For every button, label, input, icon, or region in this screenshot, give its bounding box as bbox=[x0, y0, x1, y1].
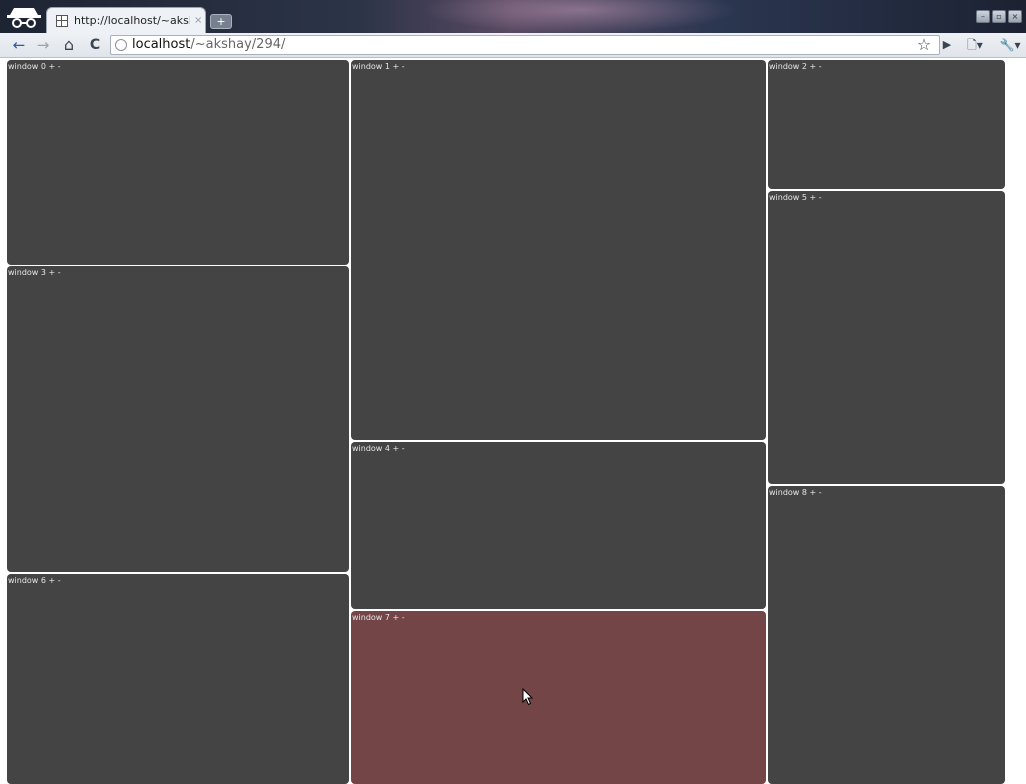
url-host: localhost bbox=[132, 37, 191, 52]
incognito-icon bbox=[7, 8, 41, 28]
shrink-button[interactable]: - bbox=[58, 62, 61, 71]
grow-button[interactable]: + bbox=[810, 193, 817, 202]
grow-button[interactable]: + bbox=[810, 62, 817, 71]
back-button[interactable]: ← bbox=[10, 36, 28, 54]
mouse-cursor-icon bbox=[522, 688, 534, 706]
window-title: window 5 + - bbox=[769, 193, 822, 202]
maximize-button[interactable]: ▫ bbox=[992, 10, 1006, 23]
tab-title: http://localhost/~aksha... bbox=[74, 14, 190, 27]
window-controls: – ▫ × bbox=[976, 10, 1022, 23]
home-button[interactable]: ⌂ bbox=[60, 36, 78, 54]
window-panel-0[interactable]: window 0 + - bbox=[7, 60, 349, 265]
shrink-button[interactable]: - bbox=[819, 488, 822, 497]
shrink-button[interactable]: - bbox=[58, 576, 61, 585]
shrink-button[interactable]: - bbox=[402, 444, 405, 453]
reload-button[interactable]: C bbox=[87, 36, 103, 54]
shrink-button[interactable]: - bbox=[819, 193, 822, 202]
url-path: /~akshay/294/ bbox=[190, 37, 286, 52]
grow-button[interactable]: + bbox=[393, 444, 400, 453]
grow-button[interactable]: + bbox=[49, 268, 56, 277]
window-title: window 7 + - bbox=[352, 613, 405, 622]
page-favicon-icon bbox=[56, 14, 68, 27]
window-title: window 0 + - bbox=[8, 62, 61, 71]
window-title: window 4 + - bbox=[352, 444, 405, 453]
grow-button[interactable]: + bbox=[393, 613, 400, 622]
new-tab-button[interactable]: + bbox=[210, 14, 232, 29]
window-panel-7[interactable]: window 7 + - bbox=[351, 611, 766, 784]
grow-button[interactable]: + bbox=[393, 62, 400, 71]
shrink-button[interactable]: - bbox=[402, 613, 405, 622]
window-panel-5[interactable]: window 5 + - bbox=[768, 191, 1005, 484]
window-title: window 6 + - bbox=[8, 576, 61, 585]
page-content: window 0 + - window 3 + - window 6 + - w… bbox=[0, 58, 1026, 784]
window-title: window 3 + - bbox=[8, 268, 61, 277]
shrink-button[interactable]: - bbox=[819, 62, 822, 71]
globe-icon bbox=[115, 39, 127, 51]
bookmark-star-icon[interactable]: ☆ bbox=[915, 36, 933, 54]
grow-button[interactable]: + bbox=[49, 576, 56, 585]
window-panel-8[interactable]: window 8 + - bbox=[768, 486, 1005, 784]
window-title: window 8 + - bbox=[769, 488, 822, 497]
forward-button[interactable]: → bbox=[34, 36, 52, 54]
window-title: window 2 + - bbox=[769, 62, 822, 71]
window-title: window 1 + - bbox=[352, 62, 405, 71]
url-text: localhost/~akshay/294/ bbox=[132, 37, 285, 53]
browser-tab[interactable]: http://localhost/~aksha... × bbox=[46, 7, 206, 33]
window-panel-6[interactable]: window 6 + - bbox=[7, 574, 349, 784]
tab-close-icon[interactable]: × bbox=[194, 15, 202, 26]
window-panel-1[interactable]: window 1 + - bbox=[351, 60, 766, 440]
wrench-menu-button[interactable]: 🔧▾ bbox=[996, 36, 1024, 54]
window-panel-4[interactable]: window 4 + - bbox=[351, 442, 766, 609]
shrink-button[interactable]: - bbox=[58, 268, 61, 277]
page-menu-button[interactable]: 🗋▾ bbox=[962, 36, 988, 54]
grow-button[interactable]: + bbox=[49, 62, 56, 71]
minimize-button[interactable]: – bbox=[976, 10, 990, 23]
browser-toolbar: ← → ⌂ C localhost/~akshay/294/ ☆ ▶ 🗋▾ 🔧▾ bbox=[0, 33, 1026, 58]
shrink-button[interactable]: - bbox=[402, 62, 405, 71]
browser-titlebar: http://localhost/~aksha... × + – ▫ × bbox=[0, 0, 1026, 33]
close-window-button[interactable]: × bbox=[1008, 10, 1022, 23]
window-panel-2[interactable]: window 2 + - bbox=[768, 60, 1005, 189]
address-bar[interactable]: localhost/~akshay/294/ bbox=[110, 35, 940, 55]
window-panel-3[interactable]: window 3 + - bbox=[7, 266, 349, 572]
play-icon[interactable]: ▶ bbox=[940, 36, 954, 54]
grow-button[interactable]: + bbox=[810, 488, 817, 497]
